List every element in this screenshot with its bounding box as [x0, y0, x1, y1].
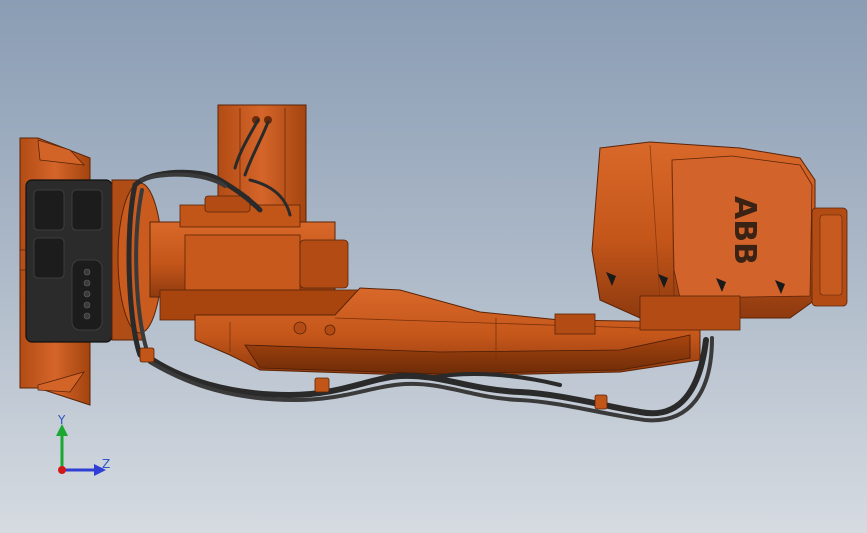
cad-viewport[interactable]: ABB Y Z [0, 0, 867, 533]
abb-logo: ABB [727, 196, 762, 265]
wrist-housing: ABB [591, 141, 848, 331]
x-axis-dot [58, 466, 66, 474]
arm-lower-housing [149, 195, 361, 321]
coordinate-triad: Y Z [56, 413, 110, 476]
triad-z-label: Z [102, 457, 110, 471]
robot-arm-model[interactable]: ABB Y Z [0, 0, 867, 533]
triad-y-label: Y [57, 413, 66, 427]
